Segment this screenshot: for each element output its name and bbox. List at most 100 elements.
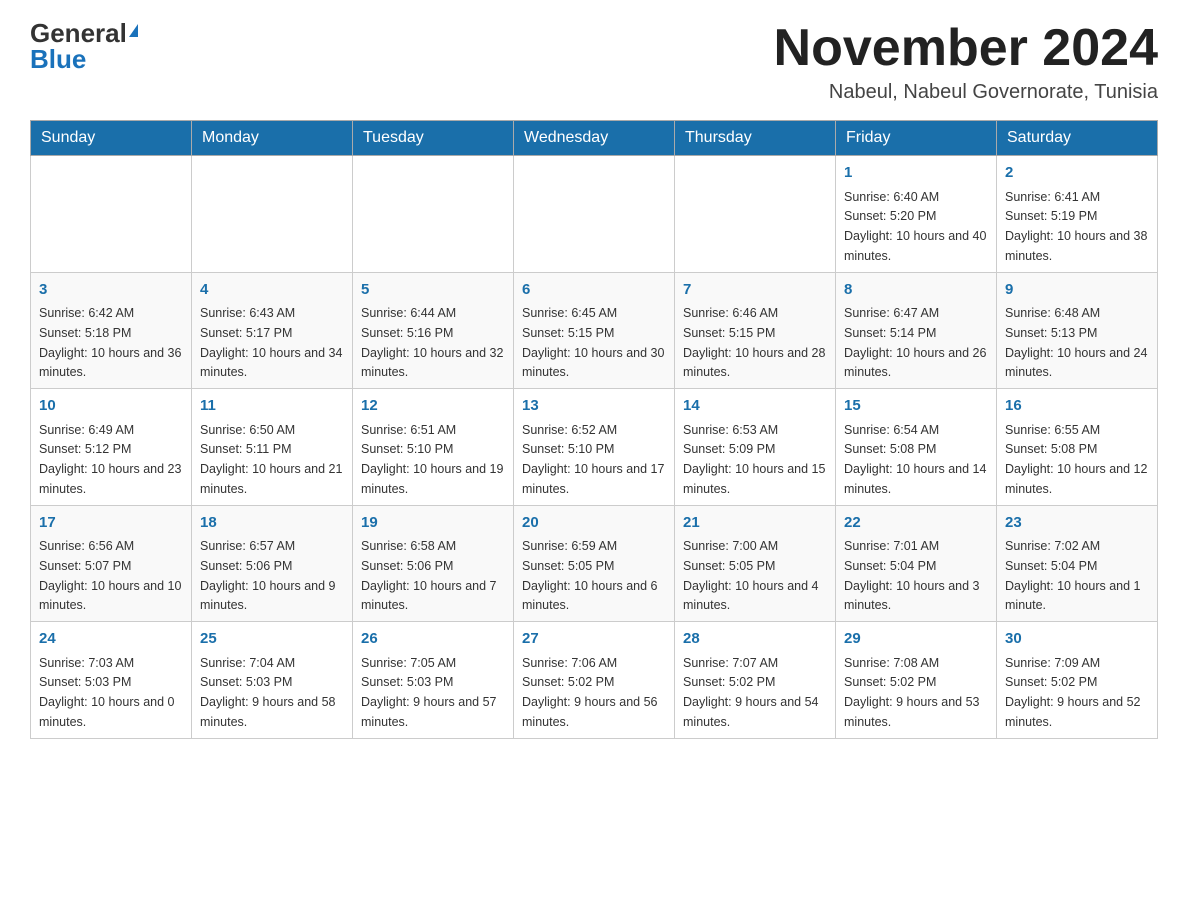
calendar-cell — [514, 156, 675, 273]
day-info: Sunrise: 7:08 AM Sunset: 5:02 PM Dayligh… — [844, 656, 980, 729]
calendar-cell: 6Sunrise: 6:45 AM Sunset: 5:15 PM Daylig… — [514, 272, 675, 389]
calendar-cell: 20 Sunrise: 6:59 AM Sunset: 5:05 PM Dayli… — [514, 505, 675, 622]
calendar-cell: 21 Sunrise: 7:00 AM Sunset: 5:05 PM Dayli… — [675, 505, 836, 622]
day-info: Sunrise: 6:41 AM Sunset: 5:19 PM Dayligh… — [1005, 190, 1147, 263]
calendar-cell: 9 Sunrise: 6:48 AM Sunset: 5:13 PM Daylig… — [997, 272, 1158, 389]
day-number: 20 — [522, 512, 666, 535]
day-info: Sunrise: 6:48 AM Sunset: 5:13 PM Dayligh… — [1005, 306, 1147, 379]
calendar-cell — [675, 156, 836, 273]
calendar-week-row: 17 Sunrise: 6:56 AM Sunset: 5:07 PM Dayli… — [31, 505, 1158, 622]
calendar-week-row: 10Sunrise: 6:49 AM Sunset: 5:12 PM Dayli… — [31, 389, 1158, 506]
calendar-cell: 28Sunrise: 7:07 AM Sunset: 5:02 PM Dayli… — [675, 622, 836, 739]
calendar-cell: 23 Sunrise: 7:02 AM Sunset: 5:04 PM Dayli… — [997, 505, 1158, 622]
calendar-table: SundayMondayTuesdayWednesdayThursdayFrid… — [30, 120, 1158, 739]
day-of-week-header: Monday — [192, 121, 353, 156]
calendar-cell — [192, 156, 353, 273]
day-number: 2 — [1005, 162, 1149, 185]
day-info: Sunrise: 7:09 AM Sunset: 5:02 PM Dayligh… — [1005, 656, 1141, 729]
day-info: Sunrise: 6:53 AM Sunset: 5:09 PM Dayligh… — [683, 423, 825, 496]
logo-triangle-icon — [129, 24, 138, 37]
day-number: 29 — [844, 628, 988, 651]
calendar-week-row: 3Sunrise: 6:42 AM Sunset: 5:18 PM Daylig… — [31, 272, 1158, 389]
calendar-cell: 11 Sunrise: 6:50 AM Sunset: 5:11 PM Dayli… — [192, 389, 353, 506]
day-info: Sunrise: 6:59 AM Sunset: 5:05 PM Dayligh… — [522, 539, 658, 612]
calendar-cell: 8 Sunrise: 6:47 AM Sunset: 5:14 PM Daylig… — [836, 272, 997, 389]
day-number: 17 — [39, 512, 183, 535]
calendar-cell: 22 Sunrise: 7:01 AM Sunset: 5:04 PM Dayli… — [836, 505, 997, 622]
logo: General Blue — [30, 20, 138, 72]
calendar-cell: 3Sunrise: 6:42 AM Sunset: 5:18 PM Daylig… — [31, 272, 192, 389]
day-info: Sunrise: 7:00 AM Sunset: 5:05 PM Dayligh… — [683, 539, 819, 612]
calendar-cell: 29 Sunrise: 7:08 AM Sunset: 5:02 PM Dayli… — [836, 622, 997, 739]
calendar-cell — [31, 156, 192, 273]
day-info: Sunrise: 6:46 AM Sunset: 5:15 PM Dayligh… — [683, 306, 825, 379]
calendar-cell: 30 Sunrise: 7:09 AM Sunset: 5:02 PM Dayli… — [997, 622, 1158, 739]
logo-general-text: General — [30, 20, 127, 46]
location-subtitle: Nabeul, Nabeul Governorate, Tunisia — [774, 81, 1158, 104]
day-info: Sunrise: 6:49 AM Sunset: 5:12 PM Dayligh… — [39, 423, 181, 496]
calendar-cell: 4 Sunrise: 6:43 AM Sunset: 5:17 PM Daylig… — [192, 272, 353, 389]
day-number: 19 — [361, 512, 505, 535]
day-number: 23 — [1005, 512, 1149, 535]
calendar-cell: 19 Sunrise: 6:58 AM Sunset: 5:06 PM Dayli… — [353, 505, 514, 622]
calendar-cell: 15Sunrise: 6:54 AM Sunset: 5:08 PM Dayli… — [836, 389, 997, 506]
day-of-week-header: Sunday — [31, 121, 192, 156]
calendar-cell: 26 Sunrise: 7:05 AM Sunset: 5:03 PM Dayli… — [353, 622, 514, 739]
month-title: November 2024 — [774, 20, 1158, 77]
title-block: November 2024 Nabeul, Nabeul Governorate… — [774, 20, 1158, 104]
calendar-cell: 13 Sunrise: 6:52 AM Sunset: 5:10 PM Dayli… — [514, 389, 675, 506]
day-info: Sunrise: 6:57 AM Sunset: 5:06 PM Dayligh… — [200, 539, 336, 612]
day-info: Sunrise: 7:06 AM Sunset: 5:02 PM Dayligh… — [522, 656, 658, 729]
day-info: Sunrise: 7:05 AM Sunset: 5:03 PM Dayligh… — [361, 656, 497, 729]
day-number: 21 — [683, 512, 827, 535]
calendar-cell: 10Sunrise: 6:49 AM Sunset: 5:12 PM Dayli… — [31, 389, 192, 506]
day-number: 3 — [39, 279, 183, 302]
day-number: 12 — [361, 395, 505, 418]
calendar-cell: 14 Sunrise: 6:53 AM Sunset: 5:09 PM Dayli… — [675, 389, 836, 506]
day-of-week-header: Friday — [836, 121, 997, 156]
day-number: 14 — [683, 395, 827, 418]
calendar-cell: 7 Sunrise: 6:46 AM Sunset: 5:15 PM Daylig… — [675, 272, 836, 389]
calendar-cell — [353, 156, 514, 273]
day-info: Sunrise: 6:55 AM Sunset: 5:08 PM Dayligh… — [1005, 423, 1147, 496]
day-info: Sunrise: 6:54 AM Sunset: 5:08 PM Dayligh… — [844, 423, 986, 496]
day-number: 11 — [200, 395, 344, 418]
calendar-week-row: 24Sunrise: 7:03 AM Sunset: 5:03 PM Dayli… — [31, 622, 1158, 739]
day-info: Sunrise: 6:50 AM Sunset: 5:11 PM Dayligh… — [200, 423, 342, 496]
day-info: Sunrise: 6:58 AM Sunset: 5:06 PM Dayligh… — [361, 539, 497, 612]
day-info: Sunrise: 6:45 AM Sunset: 5:15 PM Dayligh… — [522, 306, 664, 379]
day-number: 25 — [200, 628, 344, 651]
day-info: Sunrise: 6:51 AM Sunset: 5:10 PM Dayligh… — [361, 423, 503, 496]
day-info: Sunrise: 7:07 AM Sunset: 5:02 PM Dayligh… — [683, 656, 819, 729]
day-number: 26 — [361, 628, 505, 651]
day-info: Sunrise: 6:52 AM Sunset: 5:10 PM Dayligh… — [522, 423, 664, 496]
day-of-week-header: Thursday — [675, 121, 836, 156]
day-info: Sunrise: 7:01 AM Sunset: 5:04 PM Dayligh… — [844, 539, 980, 612]
day-number: 4 — [200, 279, 344, 302]
day-number: 8 — [844, 279, 988, 302]
day-number: 22 — [844, 512, 988, 535]
day-info: Sunrise: 7:04 AM Sunset: 5:03 PM Dayligh… — [200, 656, 336, 729]
day-number: 18 — [200, 512, 344, 535]
day-info: Sunrise: 6:47 AM Sunset: 5:14 PM Dayligh… — [844, 306, 986, 379]
day-number: 16 — [1005, 395, 1149, 418]
day-number: 7 — [683, 279, 827, 302]
day-of-week-header: Saturday — [997, 121, 1158, 156]
day-number: 13 — [522, 395, 666, 418]
calendar-cell: 1Sunrise: 6:40 AM Sunset: 5:20 PM Daylig… — [836, 156, 997, 273]
day-info: Sunrise: 6:43 AM Sunset: 5:17 PM Dayligh… — [200, 306, 342, 379]
day-number: 9 — [1005, 279, 1149, 302]
day-number: 1 — [844, 162, 988, 185]
calendar-cell: 17 Sunrise: 6:56 AM Sunset: 5:07 PM Dayli… — [31, 505, 192, 622]
day-number: 30 — [1005, 628, 1149, 651]
calendar-cell: 16 Sunrise: 6:55 AM Sunset: 5:08 PM Dayli… — [997, 389, 1158, 506]
day-info: Sunrise: 6:56 AM Sunset: 5:07 PM Dayligh… — [39, 539, 181, 612]
day-number: 24 — [39, 628, 183, 651]
calendar-header-row: SundayMondayTuesdayWednesdayThursdayFrid… — [31, 121, 1158, 156]
logo-blue-text: Blue — [30, 46, 86, 72]
calendar-cell: 12 Sunrise: 6:51 AM Sunset: 5:10 PM Dayli… — [353, 389, 514, 506]
day-info: Sunrise: 7:02 AM Sunset: 5:04 PM Dayligh… — [1005, 539, 1141, 612]
day-number: 5 — [361, 279, 505, 302]
calendar-cell: 18 Sunrise: 6:57 AM Sunset: 5:06 PM Dayli… — [192, 505, 353, 622]
calendar-cell: 2 Sunrise: 6:41 AM Sunset: 5:19 PM Daylig… — [997, 156, 1158, 273]
